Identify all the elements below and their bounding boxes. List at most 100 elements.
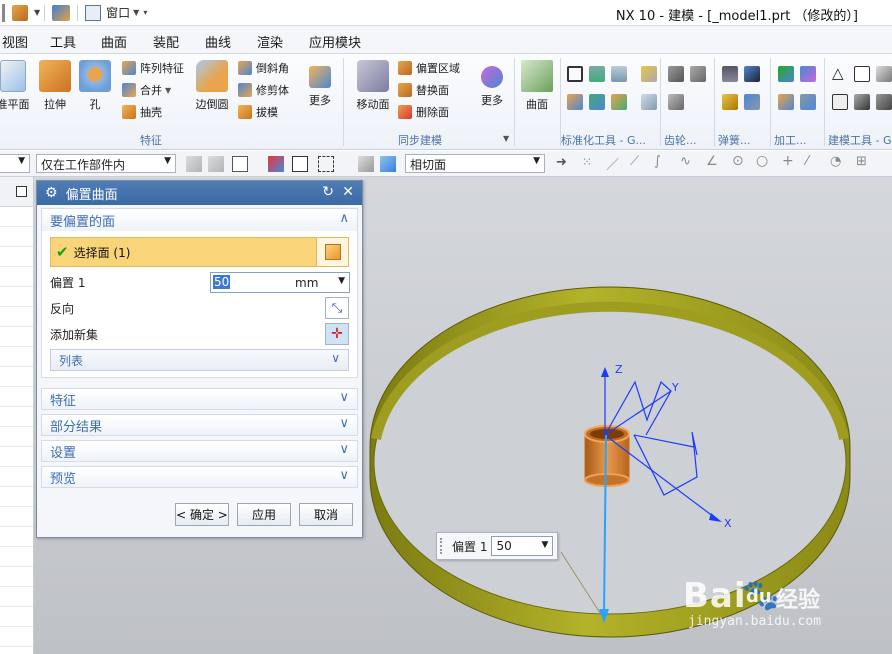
edge-blend-button[interactable]: 边倒圆 [190,60,234,112]
table-icon[interactable] [611,66,627,82]
tangent-icon[interactable]: ⁄ [806,154,822,170]
circle-icon[interactable]: ○ [756,153,772,169]
face-point-icon[interactable]: ◔ [830,154,846,170]
delete-face-button[interactable]: 删除面 [398,104,449,120]
select-all-icon[interactable] [208,156,224,172]
extrude-button[interactable]: 拉伸 [36,60,74,112]
line-icon[interactable]: ／ [606,154,622,173]
tab-applications[interactable]: 应用模块 [309,32,361,51]
ok-button[interactable]: < 确定 > [175,503,229,526]
list-item[interactable] [0,307,33,327]
unite-button[interactable]: 合并 ▼ [122,82,171,98]
line-point-icon[interactable]: ⟋ [630,154,646,170]
fastener-icon[interactable] [589,94,605,110]
reverse-direction-button[interactable]: ⤡ [325,297,349,319]
list-item[interactable] [0,347,33,367]
tool-icon[interactable] [641,66,657,82]
cancel-button[interactable]: 取消 [299,503,353,526]
hole-button[interactable]: 孔 [78,60,112,112]
tab-assembly[interactable]: 装配 [153,32,179,51]
pattern-feature-button[interactable]: 阵列特征 [122,60,184,76]
filter-combo[interactable]: ▼ [0,154,30,173]
body-select-icon[interactable] [358,156,374,172]
snap-cursor-icon[interactable] [268,156,284,172]
gear-pair-icon[interactable] [690,66,706,82]
list-item[interactable] [0,607,33,627]
face-rule-dropdown[interactable]: 相切面 ▼ [405,154,545,173]
chevron-down-icon[interactable]: ▼ [503,134,509,143]
window-icon[interactable] [85,4,102,21]
plus-icon[interactable]: + [782,153,798,169]
stack-icon[interactable] [589,66,605,82]
list-item[interactable] [0,367,33,387]
customize-icon[interactable]: ▾ [143,8,147,17]
list-toggle[interactable]: 列表 ∨ [50,349,349,371]
cylinder-body[interactable] [584,425,630,487]
sketch-icon[interactable] [854,94,870,110]
maximize-icon[interactable] [16,186,27,197]
chevron-down-icon[interactable]: ▼ [34,8,40,17]
point-scatter-icon[interactable]: ⁙ [582,155,598,171]
curve-icon[interactable]: ∫ [654,154,670,170]
datum-plane-button[interactable]: 准平面 [0,60,30,112]
dynamic-offset-field[interactable]: 50 ▼ [491,536,554,556]
scope-dropdown[interactable]: 仅在工作部件内 ▼ [36,154,176,173]
reset-icon[interactable]: ↻ [322,184,334,200]
machining-icon[interactable] [800,66,816,82]
list-item[interactable] [0,627,33,647]
list-item[interactable] [0,587,33,607]
close-icon[interactable]: ✕ [342,184,354,200]
list-item[interactable] [0,507,33,527]
angle-icon[interactable]: ∠ [706,154,722,170]
spring-delete-icon[interactable] [744,94,760,110]
tab-curve[interactable]: 曲线 [205,32,231,51]
list-item[interactable] [0,387,33,407]
pen-icon[interactable] [744,66,760,82]
hole-table-icon[interactable] [800,94,816,110]
list-item[interactable] [0,467,33,487]
disc-spring-icon[interactable] [722,94,738,110]
tab-tools[interactable]: 工具 [50,32,76,51]
chevron-down-icon[interactable]: ▼ [338,276,345,286]
tab-render[interactable]: 渲染 [257,32,283,51]
list-item[interactable] [0,207,33,227]
section-partial-result[interactable]: 部分结果 ∨ [41,414,358,436]
face-select-icon[interactable] [292,156,308,172]
drawing-icon[interactable] [832,94,848,110]
surface-button[interactable]: 曲面 [518,60,556,112]
list-item[interactable] [0,487,33,507]
spring-icon[interactable] [722,66,738,82]
list-item[interactable] [0,267,33,287]
list-item[interactable] [0,447,33,467]
face-select-button[interactable] [316,238,348,266]
window-menu[interactable]: 窗口 [106,4,130,21]
snap-grid-icon[interactable]: ⊞ [856,154,872,170]
move-face-button[interactable]: 移动面 [352,60,394,112]
check-icon[interactable] [778,66,794,82]
trim-body-button[interactable]: 修剪体 [238,82,289,98]
select-filter-icon[interactable] [186,156,202,172]
chevron-down-icon[interactable]: ▼ [542,540,549,550]
list-item[interactable] [0,427,33,447]
snap-point-icon[interactable] [232,156,248,172]
feature-table-icon[interactable] [778,94,794,110]
part-icon[interactable] [567,94,583,110]
wave-icon[interactable]: ∿ [680,154,696,170]
draft-button[interactable]: 拔模 [238,104,278,120]
arrow-right-icon[interactable]: ➜ [556,155,572,171]
section-feature[interactable]: 特征 ∨ [41,388,358,410]
list-item[interactable] [0,227,33,247]
triangle-icon[interactable]: △ [832,64,844,82]
library-icon[interactable] [611,94,627,110]
section-settings[interactable]: 设置 ∨ [41,440,358,462]
grid-build-icon[interactable] [876,66,892,82]
list-item[interactable] [0,567,33,587]
add-new-set-button[interactable]: ✛ [325,323,349,345]
square-icon[interactable] [854,66,870,82]
gear-mesh-icon[interactable] [668,94,684,110]
section-preview[interactable]: 预览 ∨ [41,466,358,488]
offset-region-button[interactable]: 偏置区域 [398,60,460,76]
more-sync-button[interactable]: 更多 [476,66,508,108]
list-item[interactable] [0,287,33,307]
tab-surface[interactable]: 曲面 [101,32,127,51]
